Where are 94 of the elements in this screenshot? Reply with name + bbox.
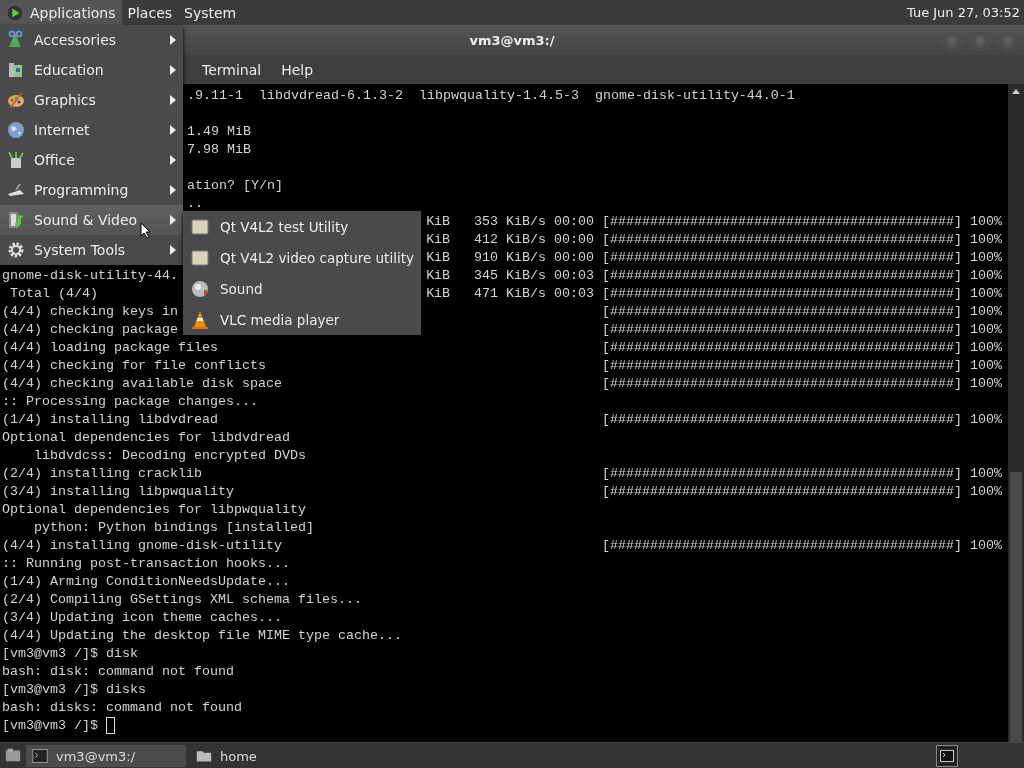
terminal-text: [###########################################] 100%	[602, 483, 1002, 501]
terminal-text: (1/4) Arming ConditionNeedsUpdate...	[2, 573, 290, 591]
terminal-text: KiB 910 KiB/s 00:00 [###########################################] 100%	[426, 249, 1002, 267]
terminal-text: 7.98 MiB	[187, 141, 251, 159]
submenu-arrow-icon	[169, 94, 177, 106]
terminal-text: python: Python bindings [installed]	[33, 519, 314, 537]
sphere-icon	[190, 278, 210, 299]
terminal-text: [vm3@vm3 /]$ disks	[2, 681, 146, 699]
terminal-text: (1/4) installing libdvdread	[2, 411, 218, 429]
terminal-text: (4/4) Updating the desktop file MIME type cache...	[2, 627, 402, 645]
menu-item[interactable]: VLC media player	[183, 304, 421, 335]
film-icon	[6, 210, 26, 230]
terminal-text: :: Running post-transaction hooks...	[2, 555, 290, 573]
terminal-text: ation? [Y/n]	[187, 177, 283, 195]
mouse-pointer-icon	[140, 222, 151, 239]
terminal-text: KiB 345 KiB/s 00:03 [###########################################] 100%	[426, 267, 1002, 285]
folder-icon	[196, 748, 212, 764]
clock[interactable]: Tue Jun 27, 03:52	[906, 5, 1024, 20]
scroll-up-icon[interactable]	[1011, 87, 1021, 95]
panel-menu[interactable]: Applications	[0, 0, 122, 25]
terminal-text: Total (4/4)	[9, 285, 98, 303]
terminal-text: Optional dependencies for libpwquality	[2, 501, 306, 519]
terminal-text: (4/4) checking available disk space	[2, 375, 282, 393]
terminal-text: :: Processing package changes...	[2, 393, 258, 411]
menu-item[interactable]: Internet	[0, 115, 183, 145]
palette-icon	[6, 90, 26, 110]
terminal-icon	[32, 748, 48, 764]
menu-item[interactable]: Programming	[0, 175, 183, 205]
terminal-text: [###########################################] 100%	[602, 321, 1002, 339]
submenu-arrow-icon	[169, 244, 177, 256]
submenu-arrow-icon	[169, 64, 177, 76]
terminal-text: bash: disk: command not found	[2, 663, 234, 681]
terminal-text: (4/4) installing gnome-disk-utility	[2, 537, 282, 555]
terminal-text: ..	[187, 195, 203, 213]
gear-icon	[6, 240, 26, 260]
traffic-cone-icon	[190, 309, 210, 330]
terminal-text: [###########################################] 100%	[602, 339, 1002, 357]
terminal-text: [###########################################] 100%	[602, 357, 1002, 375]
submenu-arrow-icon	[169, 214, 177, 226]
terminal-text: (4/4) checking for file conflicts	[2, 357, 266, 375]
terminal-text: KiB 412 KiB/s 00:00 [###########################################] 100%	[426, 231, 1002, 249]
terminal-text: [###########################################] 100%	[602, 375, 1002, 393]
terminal-text: (2/4) Compiling GSettings XML schema files...	[2, 591, 362, 609]
scrollbar[interactable]	[1008, 84, 1024, 742]
window-icon	[190, 247, 210, 268]
terminal-text: libdvdcss: Decoding encrypted DVDs	[33, 447, 306, 465]
menu-item[interactable]: Terminal	[196, 59, 268, 80]
globe-icon	[6, 120, 26, 140]
terminal-text: (2/4) installing cracklib	[2, 465, 202, 483]
terminal-text: [vm3@vm3 /]$	[2, 717, 98, 735]
terminal-text: [###########################################] 100%	[602, 411, 1002, 429]
terminal-text: (3/4) installing libpwquality	[2, 483, 234, 501]
menu-item[interactable]: System Tools	[0, 235, 183, 265]
terminal-text: KiB 471 KiB/s 00:03 [###########################################] 100%	[426, 285, 1002, 303]
terminal-text: KiB 353 KiB/s 00:00 [###########################################] 100%	[426, 213, 1002, 231]
terminal-text: .9.11-1 libdvdread-6.1.3-2 libpwquality-1.4.5-3 gnome-disk-utility-44.0-1	[187, 87, 795, 105]
window-icon	[190, 216, 210, 237]
terminal-text: (4/4) checking keys in	[2, 303, 178, 321]
terminal-icon[interactable]	[936, 745, 958, 767]
menu-item[interactable]: Help	[275, 59, 320, 80]
terminal-text: [###########################################] 100%	[602, 465, 1002, 483]
menu-item[interactable]: Qt V4L2 video capture utility	[183, 242, 421, 273]
pen-cup-icon	[6, 150, 26, 170]
menu-item[interactable]: Qt V4L2 test Utility	[183, 211, 421, 242]
terminal-text: [###########################################] 100%	[602, 303, 1002, 321]
window-title: vm3@vm3:/	[469, 32, 555, 48]
terminal-text: [vm3@vm3 /]$ disk	[2, 645, 138, 663]
terminal-text: (4/4) checking package	[2, 321, 178, 339]
maximize-button[interactable]	[970, 31, 990, 51]
minimize-button[interactable]	[942, 31, 962, 51]
terminal-text: Optional dependencies for libdvdread	[2, 429, 290, 447]
terminal-text: (4/4) loading package files	[2, 339, 218, 357]
panel-menu[interactable]: Places	[121, 0, 179, 25]
taskbar-button[interactable]: home	[190, 745, 350, 767]
menu-item[interactable]: Sound	[183, 273, 421, 304]
menu-item[interactable]: Education	[0, 55, 183, 85]
menu-item[interactable]: Sound & Video	[0, 205, 183, 235]
text-cursor	[106, 717, 115, 734]
close-button[interactable]	[998, 31, 1018, 51]
taskbar-button[interactable]: vm3@vm3:/	[26, 745, 186, 767]
terminal-text: 1.49 MiB	[187, 123, 251, 141]
submenu-arrow-icon	[169, 184, 177, 196]
menu-item[interactable]: Office	[0, 145, 183, 175]
terminal-text: bash: disks: command not found	[2, 699, 242, 717]
terminal-text: gnome-disk-utility-44.	[2, 267, 178, 285]
submenu-arrow-icon	[169, 124, 177, 136]
menu-item[interactable]: Accessories	[0, 25, 183, 55]
play-icon	[6, 3, 24, 22]
terminal-text: [###########################################] 100%	[602, 537, 1002, 555]
menu-item[interactable]: Graphics	[0, 85, 183, 115]
submenu-arrow-icon	[169, 154, 177, 166]
terminal-text: (3/4) Updating icon theme caches...	[2, 609, 282, 627]
submenu-arrow-icon	[169, 34, 177, 46]
panel-menu[interactable]: System	[178, 0, 243, 25]
